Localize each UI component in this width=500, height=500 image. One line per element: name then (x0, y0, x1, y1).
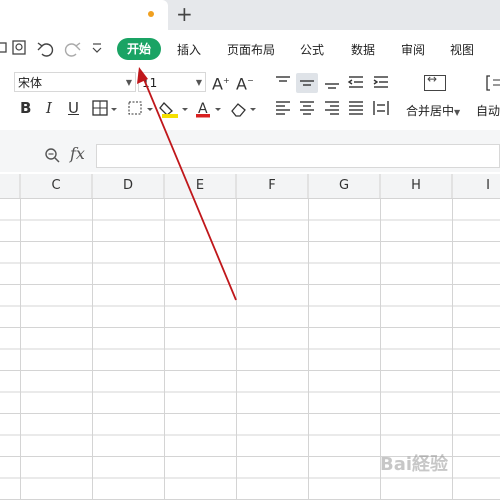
watermark: Bai経验 (380, 454, 449, 475)
annotation-arrow-icon (137, 67, 237, 301)
